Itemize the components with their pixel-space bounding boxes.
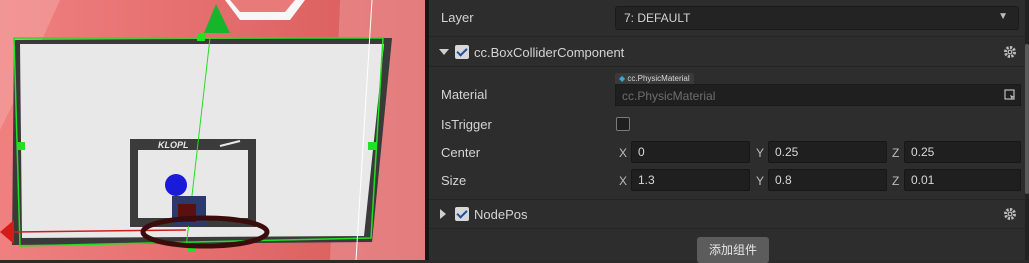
center-y-input[interactable] — [769, 142, 886, 162]
material-asset-field[interactable]: cc.PhysicMaterial — [615, 84, 1021, 106]
size-x-field[interactable] — [631, 169, 750, 191]
node-pos-enabled-checkbox[interactable] — [455, 207, 469, 221]
size-x-input[interactable] — [632, 170, 749, 190]
center-x-axis-label: X — [619, 146, 628, 160]
scene-view[interactable]: KLOPL — [0, 0, 425, 260]
component-header-box-collider[interactable]: cc.BoxColliderComponent — [429, 38, 1025, 66]
scrollbar[interactable] — [1025, 0, 1029, 260]
backboard-logo: KLOPL — [158, 140, 189, 150]
material-type-tag-label: cc.PhysicMaterial — [627, 74, 690, 83]
istrigger-checkbox[interactable] — [616, 117, 630, 131]
layer-label: Layer — [441, 10, 474, 25]
collapse-triangle-icon[interactable] — [439, 49, 449, 55]
scrollbar-thumb[interactable] — [1025, 44, 1029, 194]
node-blue-ball — [165, 174, 187, 196]
size-z-field[interactable] — [904, 169, 1021, 191]
size-y-field[interactable] — [768, 169, 887, 191]
material-label: Material — [441, 87, 488, 102]
center-label: Center — [441, 145, 481, 160]
resize-handle-top[interactable] — [197, 33, 205, 41]
component-header-node-pos[interactable]: NodePos — [429, 200, 1025, 228]
center-z-axis-label: Z — [892, 146, 900, 160]
inspector-panel: Layer 7: DEFAULT ▼ cc.BoxColliderCompone… — [429, 0, 1025, 263]
divider — [429, 66, 1025, 67]
center-z-input[interactable] — [905, 142, 1020, 162]
size-z-input[interactable] — [905, 170, 1020, 190]
chevron-down-icon: ▼ — [998, 11, 1008, 22]
component-title: cc.BoxColliderComponent — [474, 45, 625, 60]
scene-pink-shape — [230, 0, 295, 12]
asset-diamond-icon: ◆ — [619, 74, 626, 83]
material-placeholder: cc.PhysicMaterial — [622, 89, 716, 103]
resize-handle-right[interactable] — [368, 142, 376, 150]
center-x-input[interactable] — [632, 142, 749, 162]
scene-canvas[interactable]: KLOPL — [0, 0, 425, 260]
size-y-input[interactable] — [769, 170, 886, 190]
box-collider-enabled-checkbox[interactable] — [455, 45, 469, 59]
resize-handle-left[interactable] — [17, 142, 25, 150]
gear-icon[interactable] — [1003, 45, 1017, 59]
size-z-axis-label: Z — [892, 174, 900, 188]
layer-dropdown[interactable]: 7: DEFAULT ▼ — [615, 6, 1019, 30]
center-x-field[interactable] — [631, 141, 750, 163]
center-z-field[interactable] — [904, 141, 1021, 163]
divider — [429, 36, 1025, 37]
node-pos-title: NodePos — [474, 207, 528, 222]
size-x-axis-label: X — [619, 174, 628, 188]
layer-row: Layer 7: DEFAULT ▼ — [429, 0, 1025, 36]
asset-picker-icon[interactable] — [1004, 89, 1016, 101]
add-component-button[interactable]: 添加组件 — [697, 237, 769, 263]
istrigger-label: IsTrigger — [441, 117, 492, 132]
gear-icon[interactable] — [1003, 207, 1017, 221]
divider — [429, 228, 1025, 229]
size-y-axis-label: Y — [756, 174, 765, 188]
center-y-field[interactable] — [768, 141, 887, 163]
center-y-axis-label: Y — [756, 146, 765, 160]
layer-value: 7: DEFAULT — [624, 11, 691, 25]
expand-triangle-icon[interactable] — [440, 209, 446, 219]
size-label: Size — [441, 173, 467, 188]
